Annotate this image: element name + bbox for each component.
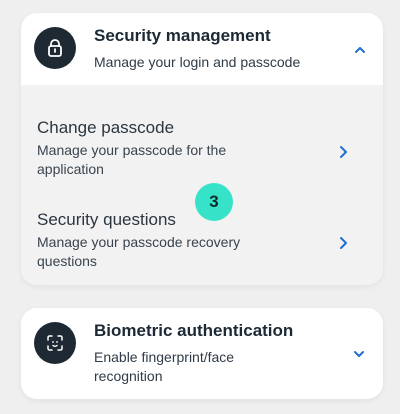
biometric-authentication-title: Biometric authentication [94,321,294,340]
step-badge: 3 [195,183,233,221]
change-passcode-title: Change passcode [37,118,175,137]
face-scan-icon [34,322,76,364]
security-options-panel: Change passcode Manage your passcode for… [21,85,383,285]
security-management-card: Security management Manage your login an… [21,13,383,285]
biometric-authentication-card[interactable]: Biometric authentication Enable fingerpr… [21,308,383,399]
lock-icon [34,27,76,69]
change-passcode-description: Manage your passcode for the application [37,142,227,177]
chevron-right-icon[interactable] [333,233,353,253]
biometric-authentication-subtitle: Enable fingerprint/face recognition [94,349,235,384]
security-questions-title: Security questions [37,210,176,229]
security-management-subtitle: Manage your login and passcode [94,54,301,70]
security-management-header[interactable]: Security management Manage your login an… [21,13,383,85]
chevron-up-icon[interactable] [350,40,370,60]
security-questions-description: Manage your passcode recovery questions [37,234,241,269]
chevron-down-icon[interactable] [349,344,369,364]
change-passcode-option[interactable]: Change passcode Manage your passcode for… [37,118,337,179]
security-management-title: Security management [94,26,271,45]
chevron-right-icon[interactable] [333,142,353,162]
security-questions-option[interactable]: Security questions Manage your passcode … [37,210,337,271]
